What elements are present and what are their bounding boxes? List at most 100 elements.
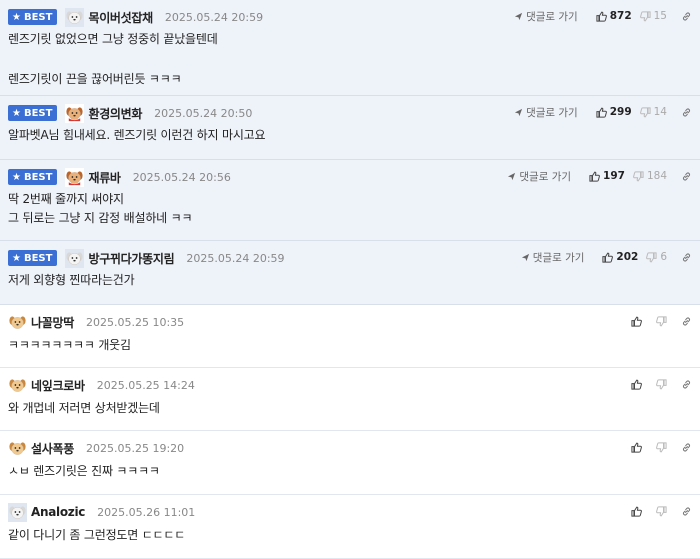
best-comment: ★ BEST 목이버섯잡채 2025.05.24 20:59 렌즈기릿 없었으면 그냥 …	[0, 0, 700, 96]
downvote-button[interactable]	[656, 378, 667, 390]
downvote-button[interactable]: 14	[639, 106, 667, 118]
avatar[interactable]	[65, 167, 85, 187]
upvote-button[interactable]	[631, 442, 642, 453]
reply-link-label: 댓글로 가기	[526, 10, 578, 23]
thumbs-down-icon	[656, 315, 667, 327]
downvote-count: 15	[653, 10, 667, 22]
upvote-button[interactable]: 299	[596, 106, 632, 118]
go-to-reply-link[interactable]: 댓글로 가기	[514, 105, 578, 120]
copy-link-button[interactable]	[681, 506, 692, 517]
go-to-reply-link[interactable]: 댓글로 가기	[507, 169, 571, 184]
reply-arrow-icon	[514, 12, 526, 21]
best-label: BEST	[23, 11, 53, 23]
copy-link-button[interactable]	[681, 316, 692, 327]
best-label: BEST	[23, 252, 53, 264]
downvote-button[interactable]: 6	[646, 251, 667, 263]
comment-body: 같이 다니기 좀 그런정도면 ㄷㄷㄷㄷ	[8, 526, 185, 545]
best-badge: ★ BEST	[8, 250, 58, 266]
comment: 나꼴망딱 2025.05.25 10:35 ㅋㅋㅋㅋㅋㅋㅋㅋ 개웃김	[0, 305, 700, 368]
thumbs-down-icon	[656, 378, 667, 390]
avatar[interactable]	[8, 502, 27, 522]
reply-link-label: 댓글로 가기	[519, 170, 572, 183]
upvote-count: 197	[603, 170, 625, 182]
comment-meta: Analozic 2025.05.26 11:01	[8, 502, 195, 522]
comment-line: 렌즈기릿 없었으면 그냥 정중히 끝났을텐데	[8, 32, 218, 46]
comment-date: 2025.05.24 20:50	[154, 106, 253, 120]
avatar[interactable]	[65, 7, 85, 27]
author-name[interactable]: 방구뀌다가똥지림	[88, 250, 174, 267]
comment-line: ㅅㅂ 렌즈기릿은 진짜 ㅋㅋㅋㅋ	[8, 464, 160, 478]
upvote-button[interactable]	[631, 316, 642, 327]
copy-link-button[interactable]	[681, 252, 692, 263]
avatar[interactable]	[8, 312, 27, 332]
best-badge: ★ BEST	[8, 105, 58, 121]
thumbs-down-icon	[639, 10, 654, 22]
author-name[interactable]: 설사폭풍	[31, 440, 74, 457]
comment-meta: ★ BEST 방구뀌다가똥지림 2025.05.24 20:59	[8, 248, 285, 268]
best-comment: ★ BEST 환경의변화 2025.05.24 20:50 알파벳A님 힘내세요. 렌즈…	[0, 96, 700, 160]
comment-actions	[617, 438, 692, 456]
downvote-button[interactable]	[656, 441, 667, 453]
comment-actions: 댓글로 가기 299 14	[514, 103, 692, 121]
author-name[interactable]: 네잎크로바	[31, 377, 85, 394]
comment-actions: 댓글로 가기 872 15	[514, 7, 692, 25]
comment-meta: ★ BEST 환경의변화 2025.05.24 20:50	[8, 103, 253, 123]
thumbs-down-icon	[633, 170, 647, 182]
best-badge: ★ BEST	[8, 169, 58, 185]
comment-meta: 설사폭풍 2025.05.25 19:20	[8, 438, 185, 458]
best-comment: ★ BEST 방구뀌다가똥지림 2025.05.24 20:59 저게 외향형 찐따라는…	[0, 241, 700, 305]
comment-body: ㅋㅋㅋㅋㅋㅋㅋㅋ 개웃김	[8, 336, 131, 355]
comment-body: 딱 2번째 줄까지 써야지 그 뒤로는 그냥 지 감정 배설하네 ㅋㅋ	[8, 190, 192, 228]
comment-date: 2025.05.25 14:24	[96, 378, 195, 392]
author-name[interactable]: 목이버섯잡채	[88, 9, 153, 26]
copy-link-button[interactable]	[681, 379, 692, 390]
best-label: BEST	[23, 171, 53, 183]
avatar[interactable]	[65, 103, 85, 123]
downvote-button[interactable]	[656, 505, 667, 517]
downvote-button[interactable]: 15	[639, 10, 667, 22]
author-name[interactable]: 나꼴망딱	[31, 314, 74, 331]
reply-link-label: 댓글로 가기	[532, 251, 585, 264]
upvote-button[interactable]	[631, 506, 642, 517]
upvote-button[interactable]	[631, 379, 642, 390]
comment-actions	[617, 375, 692, 393]
thumbs-down-icon	[656, 441, 667, 453]
upvote-button[interactable]: 197	[589, 170, 625, 182]
copy-link-button[interactable]	[681, 442, 692, 453]
go-to-reply-link[interactable]: 댓글로 가기	[514, 9, 578, 24]
comment-meta: ★ BEST 목이버섯잡채 2025.05.24 20:59	[8, 7, 264, 27]
star-icon: ★	[12, 171, 21, 183]
thumbs-up-icon	[602, 252, 616, 263]
author-name[interactable]: Analozic	[31, 505, 85, 519]
thumbs-up-icon	[631, 506, 642, 517]
go-to-reply-link[interactable]: 댓글로 가기	[521, 250, 585, 265]
copy-link-button[interactable]	[681, 107, 692, 118]
avatar[interactable]	[8, 375, 27, 395]
reply-arrow-icon	[514, 108, 526, 117]
thumbs-up-icon	[631, 442, 642, 453]
author-name[interactable]: 재류바	[88, 169, 121, 186]
author-name[interactable]: 환경의변화	[88, 105, 142, 122]
comment-body: ㅅㅂ 렌즈기릿은 진짜 ㅋㅋㅋㅋ	[8, 462, 160, 481]
link-icon	[681, 252, 692, 263]
avatar[interactable]	[65, 248, 85, 268]
link-icon	[681, 316, 692, 327]
best-comment: ★ BEST 재류바 2025.05.24 20:56 딱 2번째 줄까지 써야지 그 뒤…	[0, 160, 700, 241]
comment-date: 2025.05.24 20:59	[164, 10, 264, 24]
avatar[interactable]	[8, 438, 27, 458]
upvote-button[interactable]: 202	[602, 251, 638, 263]
comment-actions: 댓글로 가기 202 6	[521, 248, 692, 266]
comment-body: 와 개멉네 저러면 상처받겠는데	[8, 399, 160, 418]
best-badge: ★ BEST	[8, 9, 58, 25]
star-icon: ★	[12, 252, 21, 264]
copy-link-button[interactable]	[681, 11, 692, 22]
downvote-button[interactable]	[656, 315, 667, 327]
comment-actions	[617, 502, 692, 520]
downvote-button[interactable]: 184	[633, 170, 667, 182]
reply-arrow-icon	[521, 253, 533, 262]
copy-link-button[interactable]	[681, 171, 692, 182]
upvote-button[interactable]: 872	[596, 10, 632, 22]
comment-line: 와 개멉네 저러면 상처받겠는데	[8, 401, 160, 415]
comment-date: 2025.05.25 19:20	[85, 441, 185, 455]
comment-line: 저게 외향형 찐따라는건가	[8, 273, 135, 287]
